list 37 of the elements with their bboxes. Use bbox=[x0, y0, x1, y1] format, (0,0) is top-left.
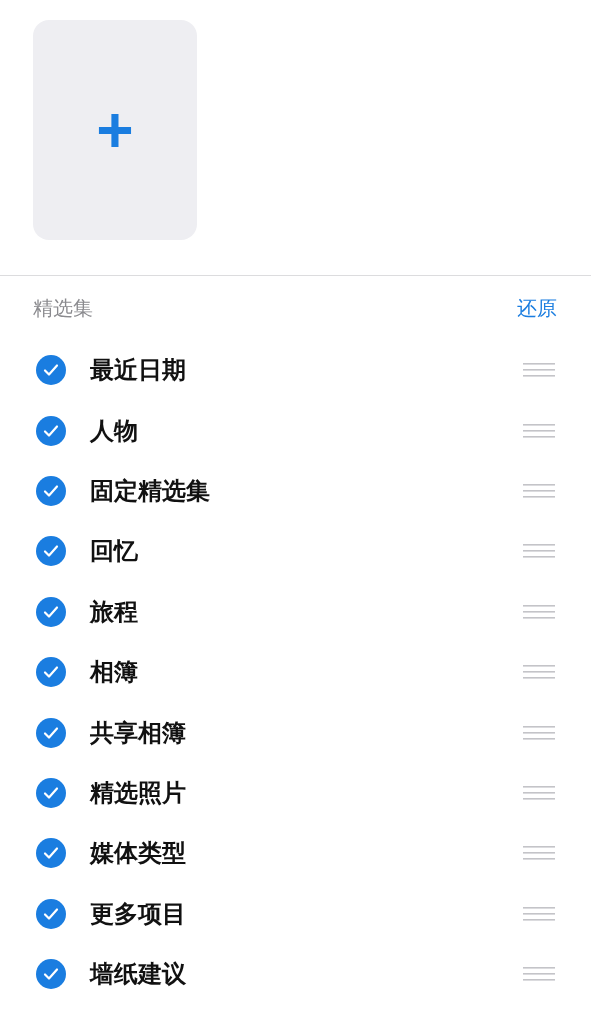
item-label: 媒体类型 bbox=[90, 838, 187, 870]
drag-handle-icon[interactable] bbox=[523, 363, 555, 378]
checkbox[interactable] bbox=[36, 596, 66, 627]
restore-link[interactable]: 还原 bbox=[517, 294, 557, 322]
checkbox[interactable] bbox=[36, 657, 66, 688]
item-label: 固定精选集 bbox=[90, 475, 211, 507]
checkbox[interactable] bbox=[36, 355, 66, 386]
drag-handle-icon[interactable] bbox=[523, 846, 555, 861]
checkbox[interactable] bbox=[36, 536, 66, 567]
checkbox[interactable] bbox=[36, 717, 66, 748]
add-tile-button[interactable]: + bbox=[33, 20, 197, 240]
checkbox[interactable] bbox=[36, 898, 66, 929]
drag-handle-icon[interactable] bbox=[523, 483, 555, 498]
checkbox[interactable] bbox=[36, 475, 66, 506]
drag-handle-icon[interactable] bbox=[523, 665, 555, 680]
item-label: 相簿 bbox=[90, 657, 139, 689]
drag-handle-icon[interactable] bbox=[523, 544, 555, 559]
plus-icon: + bbox=[96, 98, 134, 162]
item-label: 最近日期 bbox=[90, 355, 187, 387]
drag-handle-icon[interactable] bbox=[523, 725, 555, 740]
item-label: 墙纸建议 bbox=[90, 959, 187, 991]
item-label: 人物 bbox=[90, 415, 139, 447]
checkbox[interactable] bbox=[36, 959, 66, 990]
item-label: 共享相簿 bbox=[90, 717, 187, 749]
checkbox[interactable] bbox=[36, 777, 66, 808]
item-label: 更多项目 bbox=[90, 898, 187, 930]
checkbox[interactable] bbox=[36, 838, 66, 869]
section-title: 精选集 bbox=[33, 294, 93, 322]
drag-handle-icon[interactable] bbox=[523, 785, 555, 800]
item-label: 回忆 bbox=[90, 536, 139, 568]
drag-handle-icon[interactable] bbox=[523, 906, 555, 921]
drag-handle-icon[interactable] bbox=[523, 967, 555, 982]
drag-handle-icon[interactable] bbox=[523, 423, 555, 438]
item-label: 旅程 bbox=[90, 596, 139, 628]
item-label: 精选照片 bbox=[90, 777, 187, 809]
drag-handle-icon[interactable] bbox=[523, 604, 555, 619]
checkbox[interactable] bbox=[36, 415, 66, 446]
